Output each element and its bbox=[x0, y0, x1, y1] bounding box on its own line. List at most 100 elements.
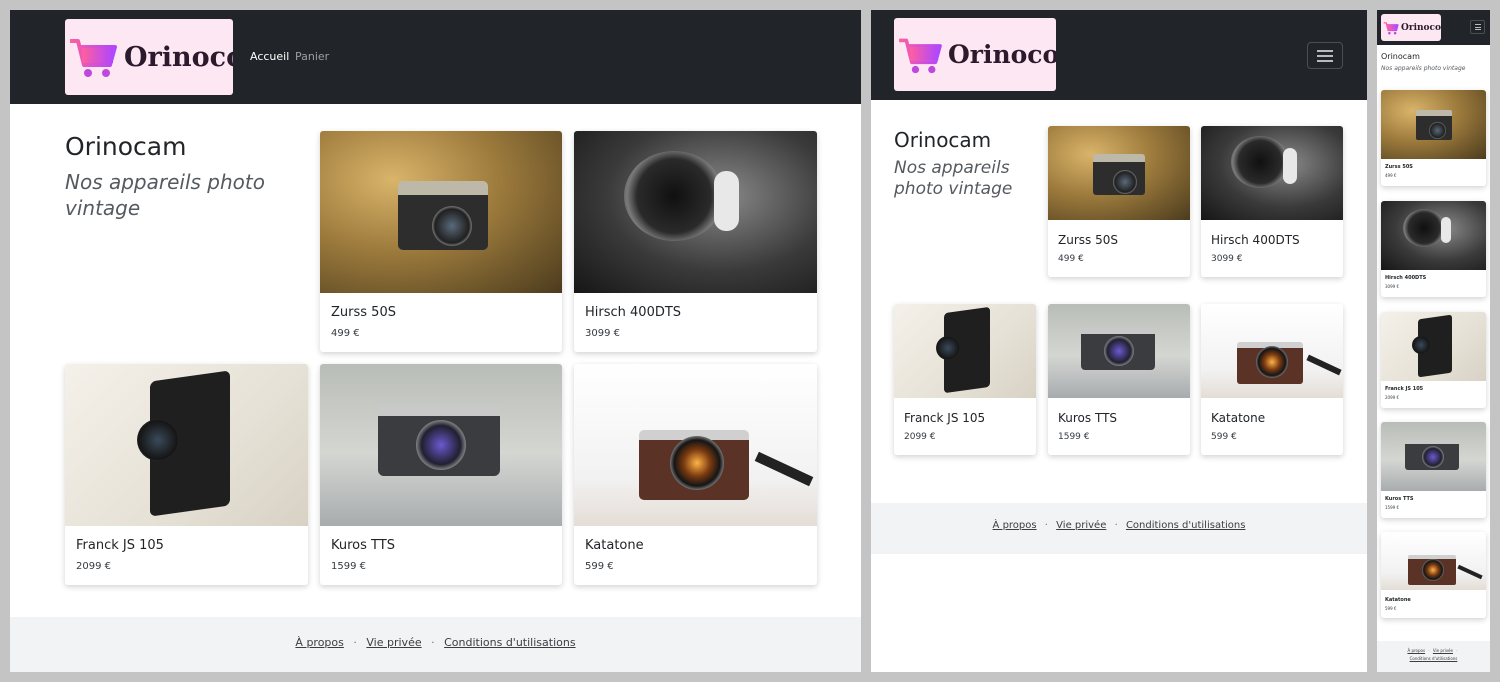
product-name: Kuros TTS bbox=[331, 538, 395, 553]
product-price: 599 € bbox=[585, 561, 614, 572]
footer-link-privacy[interactable]: Vie privée bbox=[1433, 648, 1453, 653]
product-photo bbox=[1381, 532, 1486, 590]
product-card[interactable]: Katatone 599 € bbox=[1201, 304, 1343, 455]
product-price: 3099 € bbox=[585, 328, 620, 339]
brand-logo[interactable]: Orinoco bbox=[1381, 14, 1441, 41]
hamburger-menu-icon[interactable] bbox=[1470, 20, 1485, 34]
footer-link-terms[interactable]: Conditions d'utilisations bbox=[1126, 520, 1246, 531]
product-card[interactable]: Hirsch 400DTS 3099 € bbox=[1381, 201, 1486, 297]
footer-link-terms[interactable]: Conditions d'utilisations bbox=[1410, 656, 1458, 661]
product-price: 1599 € bbox=[331, 561, 366, 572]
product-card[interactable]: Kuros TTS 1599 € bbox=[320, 364, 562, 585]
brand-logo[interactable]: Orinoco bbox=[65, 19, 233, 95]
footer-separator: · bbox=[1456, 648, 1458, 653]
product-card[interactable]: Kuros TTS 1599 € bbox=[1381, 422, 1486, 518]
camera-lens bbox=[670, 436, 724, 490]
nav-link-home[interactable]: Accueil bbox=[250, 50, 289, 63]
product-photo bbox=[1201, 304, 1343, 398]
product-card[interactable]: Hirsch 400DTS 3099 € bbox=[1201, 126, 1343, 277]
product-photo bbox=[1381, 422, 1486, 491]
product-photo bbox=[1381, 90, 1486, 159]
brand-logo[interactable]: Orinoco bbox=[894, 18, 1056, 91]
product-card[interactable]: Katatone 599 € bbox=[574, 364, 817, 585]
product-price: 599 € bbox=[1385, 606, 1397, 611]
product-name: Hirsch 400DTS bbox=[1385, 275, 1427, 281]
product-photo bbox=[574, 364, 817, 526]
product-price: 2099 € bbox=[76, 561, 111, 572]
page-title: Orinocam bbox=[65, 132, 187, 161]
footer-separator: · bbox=[1428, 648, 1430, 653]
screen-mobile: Orinoco Orinocam Nos appareils photo vin… bbox=[1377, 10, 1490, 672]
navbar: Orinoco bbox=[871, 10, 1367, 100]
product-name: Zurss 50S bbox=[1058, 233, 1118, 247]
footer-link-privacy[interactable]: Vie privée bbox=[366, 636, 421, 649]
product-photo bbox=[1381, 312, 1486, 381]
product-price: 2099 € bbox=[1385, 395, 1399, 400]
camera-strap bbox=[754, 451, 814, 487]
footer-separator: · bbox=[1114, 520, 1118, 531]
footer-links: À propos · Vie privée · Conditions d'uti… bbox=[1377, 647, 1490, 663]
product-card[interactable]: Zurss 50S 499 € bbox=[1381, 90, 1486, 186]
product-name: Zurss 50S bbox=[331, 305, 396, 320]
product-name: Katatone bbox=[585, 538, 644, 553]
camera-lens bbox=[1231, 136, 1289, 188]
product-card[interactable]: Zurss 50S 499 € bbox=[1048, 126, 1190, 277]
product-card[interactable]: Katatone 599 € bbox=[1381, 532, 1486, 618]
camera-lens bbox=[137, 419, 179, 461]
footer-link-about[interactable]: À propos bbox=[1407, 648, 1425, 653]
camera-lens bbox=[1412, 336, 1430, 354]
footer-separator: · bbox=[1044, 520, 1048, 531]
product-card[interactable]: Franck JS 105 2099 € bbox=[65, 364, 308, 585]
camera-strap bbox=[1441, 217, 1451, 243]
brand-name: Orinoco bbox=[124, 41, 233, 73]
product-name: Franck JS 105 bbox=[1385, 386, 1424, 392]
product-name: Zurss 50S bbox=[1385, 164, 1413, 170]
footer-link-about[interactable]: À propos bbox=[295, 636, 343, 649]
camera-strap bbox=[1283, 148, 1297, 184]
footer-link-terms[interactable]: Conditions d'utilisations bbox=[444, 636, 575, 649]
navbar: Orinoco Accueil Panier bbox=[10, 10, 861, 104]
page-title: Orinocam bbox=[894, 128, 992, 152]
product-price: 2099 € bbox=[904, 432, 936, 442]
footer-link-about[interactable]: À propos bbox=[993, 520, 1037, 531]
footer-link-privacy[interactable]: Vie privée bbox=[1056, 520, 1106, 531]
product-card[interactable]: Franck JS 105 2099 € bbox=[1381, 312, 1486, 408]
product-price: 1599 € bbox=[1385, 505, 1399, 510]
nav-link-cart[interactable]: Panier bbox=[295, 50, 329, 63]
hamburger-menu-icon[interactable] bbox=[1307, 42, 1343, 69]
brand-name: Orinoco bbox=[1401, 22, 1441, 33]
shopping-cart-icon bbox=[1383, 21, 1399, 34]
product-name: Katatone bbox=[1211, 411, 1266, 425]
product-card[interactable]: Zurss 50S 499 € bbox=[320, 131, 562, 352]
shopping-cart-icon bbox=[899, 38, 942, 73]
product-photo bbox=[65, 364, 308, 526]
product-price: 499 € bbox=[1385, 173, 1397, 178]
product-price: 3099 € bbox=[1211, 254, 1243, 264]
camera-lens bbox=[1104, 336, 1134, 366]
camera-strap bbox=[1306, 354, 1342, 376]
camera-lens bbox=[936, 336, 960, 360]
camera-lens bbox=[416, 420, 466, 470]
screen-desktop: Orinoco Accueil Panier Orinocam Nos appa… bbox=[10, 10, 861, 672]
product-photo bbox=[894, 304, 1036, 398]
product-name: Hirsch 400DTS bbox=[585, 305, 682, 320]
camera-lens bbox=[624, 151, 724, 241]
product-name: Hirsch 400DTS bbox=[1211, 233, 1300, 247]
product-photo bbox=[320, 364, 562, 526]
footer: À propos · Vie privée · Conditions d'uti… bbox=[871, 503, 1367, 554]
footer-links: À propos · Vie privée · Conditions d'uti… bbox=[10, 636, 861, 649]
page-title: Orinocam bbox=[1381, 52, 1420, 61]
navbar: Orinoco bbox=[1377, 10, 1490, 45]
brand-name: Orinoco bbox=[948, 40, 1056, 69]
camera-strap bbox=[714, 171, 739, 231]
product-name: Katatone bbox=[1385, 597, 1411, 603]
product-card[interactable]: Hirsch 400DTS 3099 € bbox=[574, 131, 817, 352]
footer-separator: · bbox=[431, 636, 435, 649]
product-photo bbox=[320, 131, 562, 293]
shopping-cart-icon bbox=[70, 39, 117, 77]
footer: À propos · Vie privée · Conditions d'uti… bbox=[1377, 641, 1490, 672]
camera-lens bbox=[1429, 122, 1446, 139]
product-card[interactable]: Franck JS 105 2099 € bbox=[894, 304, 1036, 455]
camera-lens bbox=[1256, 346, 1288, 378]
product-card[interactable]: Kuros TTS 1599 € bbox=[1048, 304, 1190, 455]
